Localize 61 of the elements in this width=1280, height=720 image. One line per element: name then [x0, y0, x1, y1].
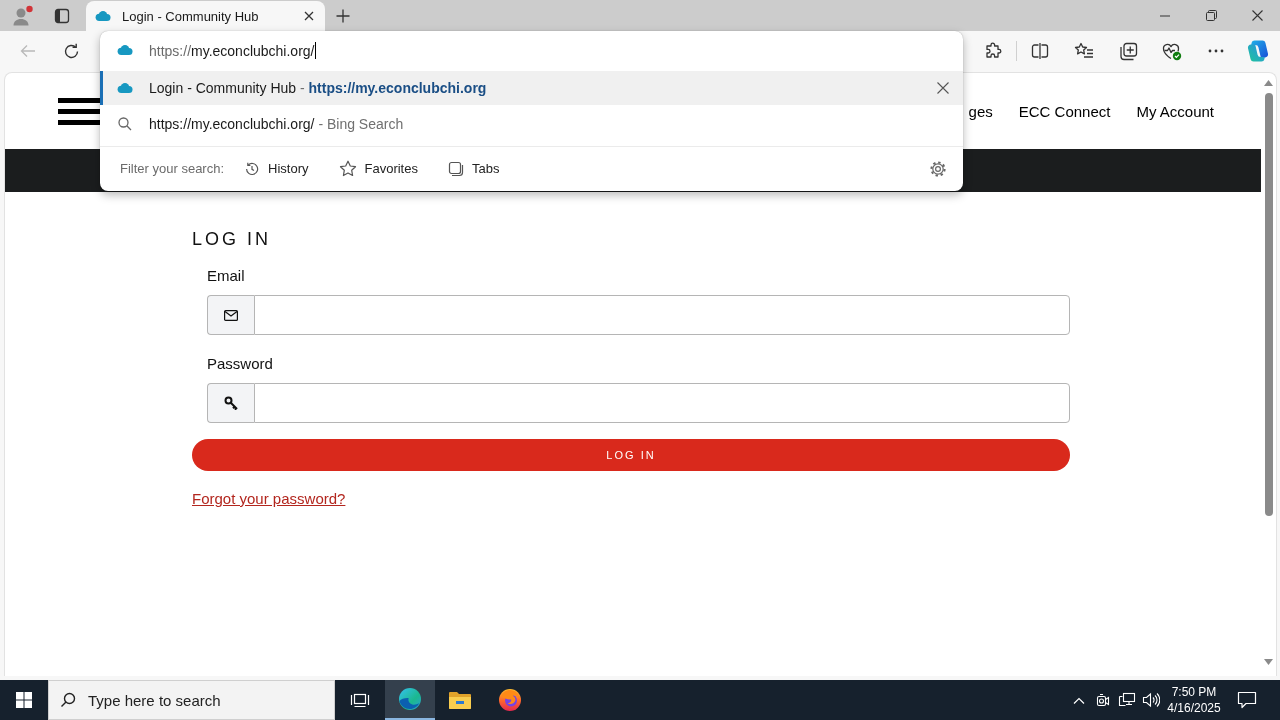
scroll-up-icon[interactable]	[1264, 80, 1273, 86]
browser-icon	[498, 688, 522, 712]
tabs-icon	[447, 160, 464, 177]
puzzle-icon[interactable]	[984, 42, 1002, 60]
suggestion-item[interactable]: https://my.econclubchi.org/ - Bing Search	[100, 107, 963, 141]
star-icon	[338, 160, 357, 177]
folder-icon	[448, 690, 472, 710]
search-icon	[60, 692, 76, 708]
nav-link[interactable]: ges	[968, 102, 993, 120]
filter-label: Filter your search:	[120, 161, 225, 176]
history-icon	[244, 160, 261, 177]
suggestion-item[interactable]: Login - Community Hub - https://my.econclubchi.org	[100, 71, 963, 105]
cloud-icon	[117, 82, 133, 94]
close-icon[interactable]	[937, 82, 949, 94]
key-icon	[224, 396, 238, 410]
notification-icon[interactable]	[1237, 691, 1257, 709]
speaker-icon[interactable]	[1142, 692, 1160, 708]
taskbar-app-button[interactable]	[385, 680, 435, 720]
envelope-icon	[224, 309, 238, 321]
network-icon[interactable]	[1118, 692, 1136, 708]
restore-icon[interactable]	[1205, 10, 1217, 21]
windows-start-icon[interactable]	[16, 692, 32, 708]
assistant-icon[interactable]	[1246, 39, 1270, 63]
filter-button[interactable]: History	[244, 160, 309, 177]
split-screen-icon[interactable]	[1031, 42, 1049, 60]
scrollbar-thumb[interactable]	[1264, 93, 1273, 516]
clock[interactable]: 7:50 PM 4/16/2025	[1163, 684, 1225, 716]
input-field[interactable]	[254, 383, 1070, 423]
nav-link[interactable]: ECC Connect	[1018, 102, 1111, 120]
collections-icon[interactable]	[1118, 41, 1138, 61]
filter-button[interactable]: Tabs	[447, 160, 500, 177]
log-in-button[interactable]: LOG IN	[192, 439, 1070, 471]
search-field[interactable]: Type here to search	[48, 680, 335, 720]
task-view-icon[interactable]	[350, 692, 370, 708]
login-heading: LOG IN	[192, 229, 271, 250]
heart-pulse-icon[interactable]	[1162, 41, 1182, 61]
video-camera-icon[interactable]	[1095, 692, 1111, 708]
filter-button[interactable]: Favorites	[338, 160, 418, 177]
scroll-down-icon[interactable]	[1264, 659, 1273, 665]
search-icon	[117, 116, 133, 132]
more-icon[interactable]	[1208, 49, 1224, 53]
browser-tab[interactable]: Login - Community Hub	[86, 1, 325, 31]
star-list-icon[interactable]	[1074, 42, 1094, 60]
address-field[interactable]: https://my.econclubchi.org/	[149, 31, 963, 70]
settings-icon[interactable]	[929, 159, 947, 178]
field-label: Email	[207, 267, 245, 285]
chevron-up-icon[interactable]	[1073, 696, 1085, 704]
profile-icon[interactable]	[12, 4, 34, 27]
close-icon[interactable]	[1251, 10, 1263, 21]
plus-icon[interactable]	[336, 8, 350, 23]
close-icon[interactable]	[304, 11, 314, 21]
panel-icon[interactable]	[54, 7, 70, 24]
refresh-icon[interactable]	[62, 42, 80, 60]
nav-link[interactable]: My Account	[1136, 102, 1214, 120]
field-label: Password	[207, 355, 273, 373]
browser-icon	[398, 687, 422, 711]
input-field[interactable]	[254, 295, 1070, 335]
cloud-icon	[117, 45, 133, 56]
menu-icon[interactable]	[58, 97, 100, 125]
cloud-icon	[95, 10, 111, 22]
forgot-password-link[interactable]: Forgot your password?	[192, 490, 346, 508]
